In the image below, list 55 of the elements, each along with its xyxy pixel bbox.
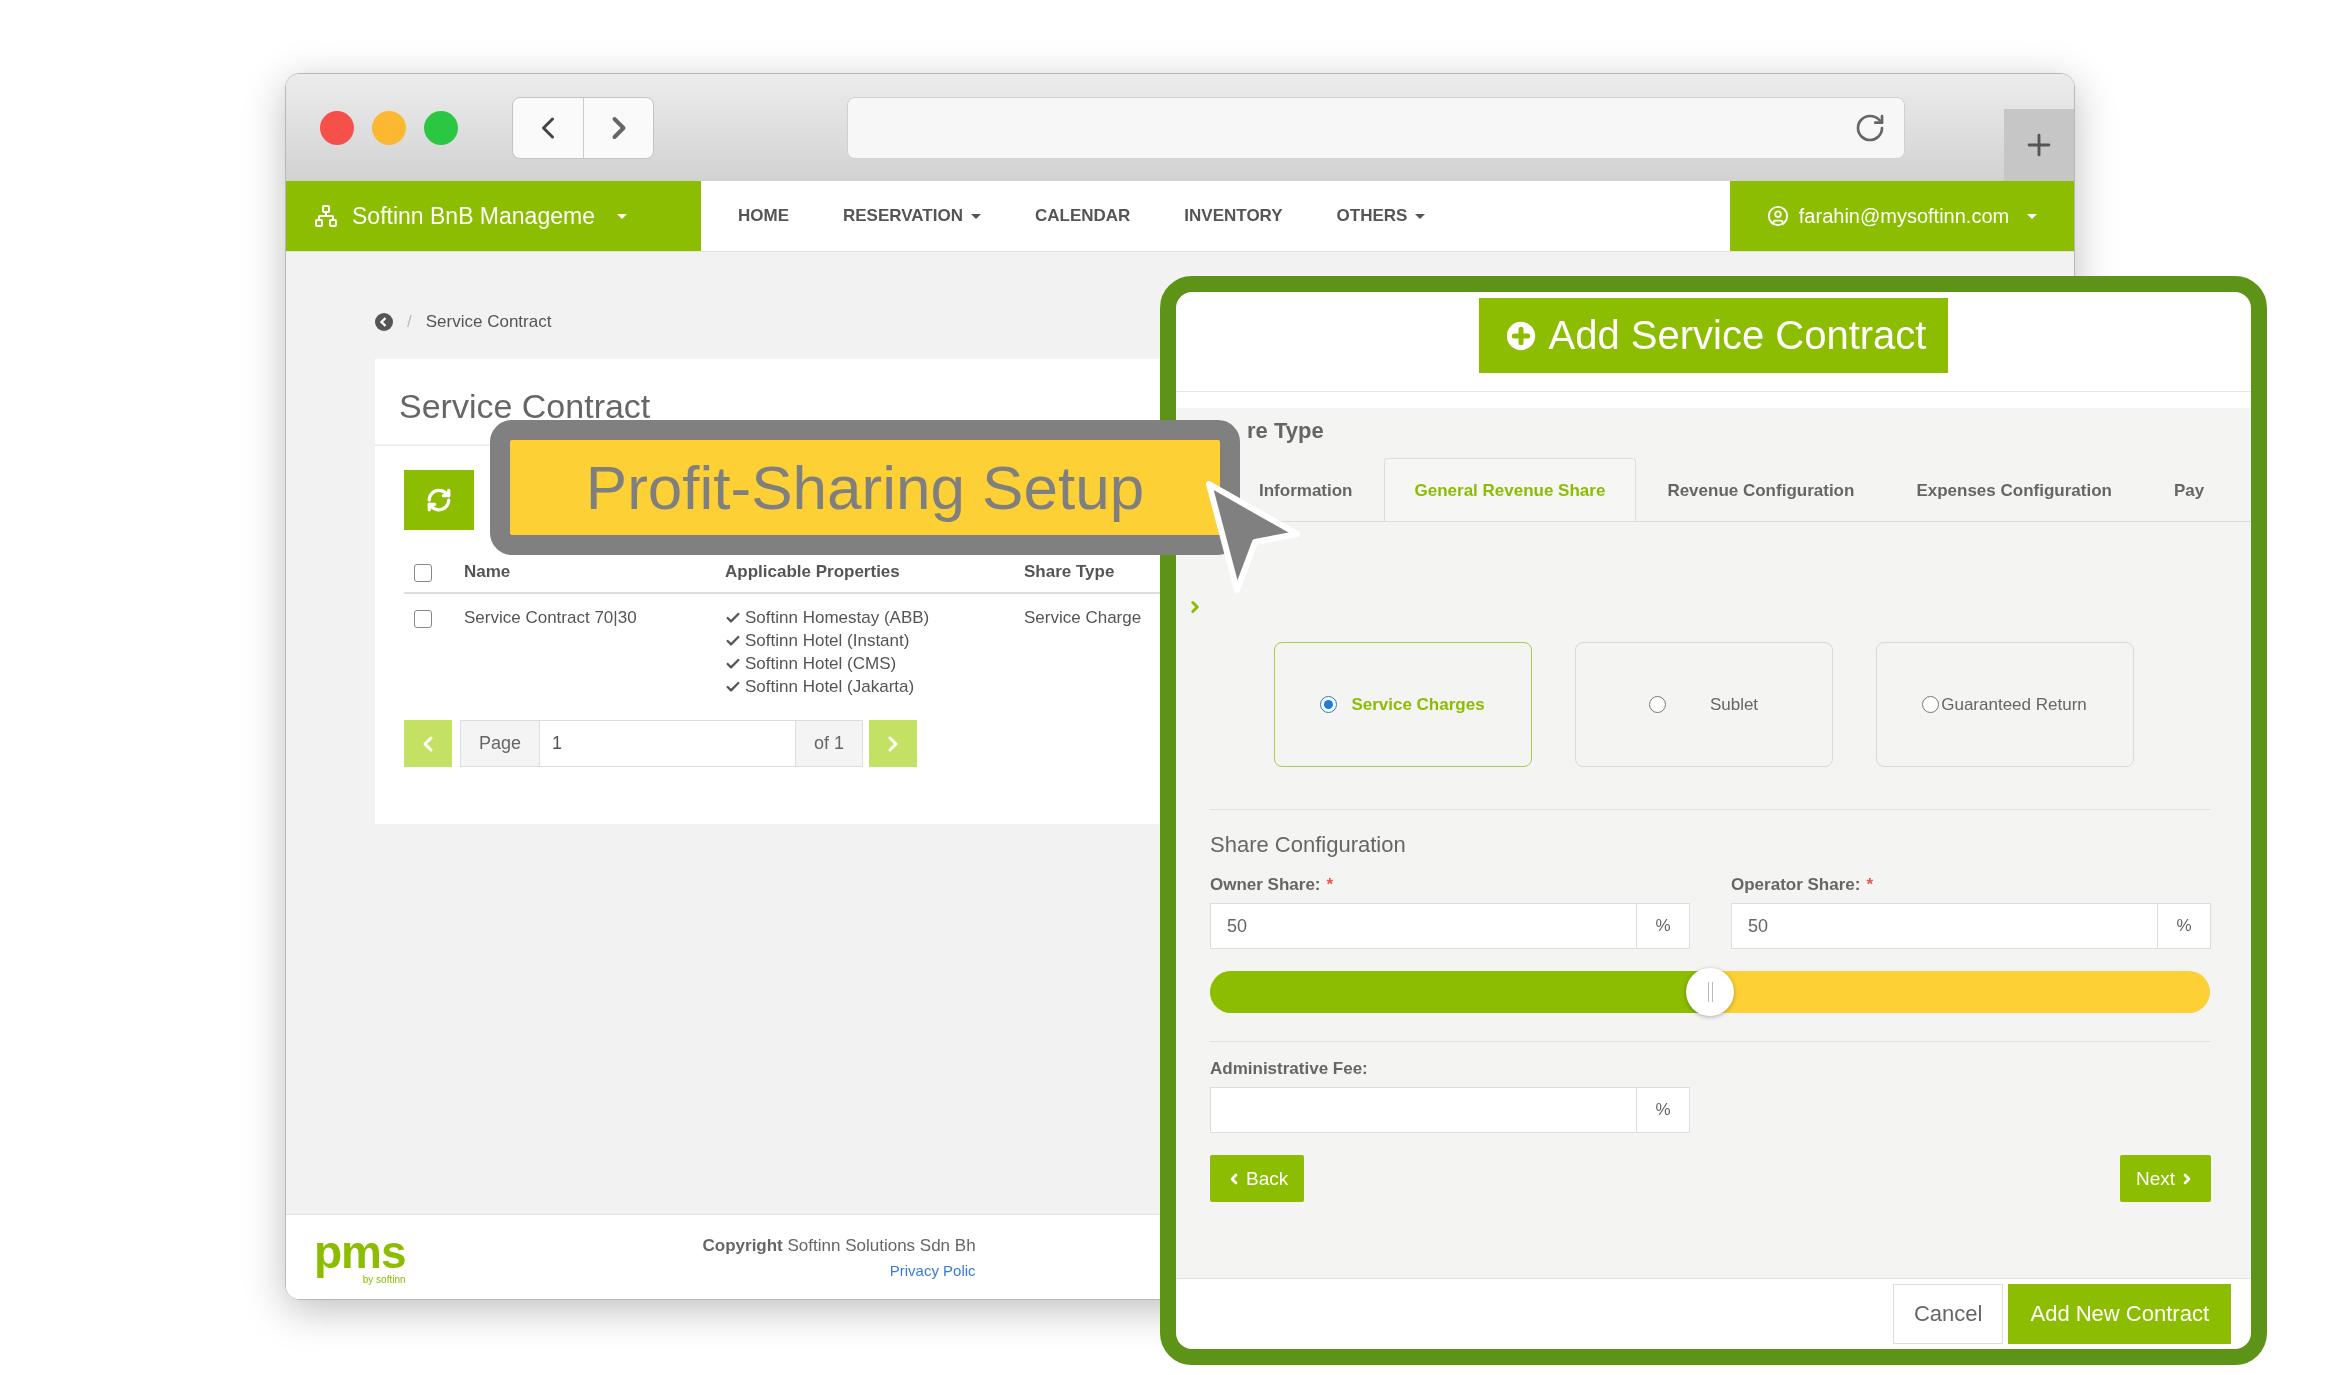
tab[interactable]: Pay bbox=[2142, 458, 2236, 521]
new-tab-button[interactable] bbox=[2004, 109, 2074, 181]
share-slider[interactable] bbox=[1210, 971, 2210, 1013]
column-header: Share Type bbox=[1024, 562, 1116, 582]
refresh-button[interactable] bbox=[404, 470, 474, 530]
pms-logo: pms by softinn bbox=[314, 1229, 406, 1285]
tab[interactable]: Revenue Configuration bbox=[1636, 458, 1886, 521]
field-label: Owner Share: * bbox=[1210, 875, 1335, 895]
refresh-icon bbox=[426, 487, 452, 513]
share-input[interactable]: 50 bbox=[1731, 903, 2158, 949]
nav-item[interactable]: OTHERS bbox=[1309, 206, 1453, 226]
next-page-button[interactable] bbox=[869, 720, 918, 767]
select-all-checkbox[interactable] bbox=[414, 564, 432, 582]
property-item: Softinn Hotel (Jakarta) bbox=[725, 677, 1024, 697]
page-input[interactable]: 1 bbox=[540, 720, 796, 767]
column-header: Name bbox=[464, 562, 512, 582]
callout-banner: Profit-Sharing Setup bbox=[490, 420, 1240, 555]
section-title: Share Configuration bbox=[1209, 832, 1407, 858]
nav-item[interactable]: INVENTORY bbox=[1157, 206, 1310, 226]
user-icon bbox=[1766, 205, 1789, 227]
nav-item[interactable]: CALENDAR bbox=[1007, 206, 1158, 226]
section-title: re Type bbox=[1246, 418, 1325, 445]
column-header: Applicable Properties bbox=[725, 562, 901, 582]
property-item: Softinn Hotel (Instant) bbox=[725, 631, 1024, 651]
cancel-button[interactable]: Cancel bbox=[1893, 1284, 2004, 1344]
modal-title: Add Service Contract bbox=[1478, 298, 1949, 373]
field-label: Operator Share: * bbox=[1731, 875, 1875, 895]
table-cell-text: Service Charge bbox=[1024, 608, 1143, 628]
page-total: of 1 bbox=[795, 720, 864, 767]
nav-item[interactable]: HOME bbox=[711, 206, 816, 226]
breadcrumb-item: Service Contract bbox=[425, 312, 552, 332]
nav-item[interactable]: RESERVATION bbox=[816, 206, 1008, 226]
fee-input[interactable] bbox=[1210, 1087, 1637, 1133]
maximize-button[interactable] bbox=[424, 110, 458, 145]
back-icon[interactable] bbox=[375, 313, 393, 331]
property-item: Softinn Hotel (CMS) bbox=[725, 654, 1024, 674]
row-checkbox[interactable] bbox=[414, 610, 432, 628]
share-type-option[interactable]: Sublet bbox=[1574, 642, 1833, 767]
property-item: Softinn Homestay (ABB) bbox=[725, 608, 1024, 628]
unit-label: % bbox=[2158, 903, 2211, 949]
minimize-button[interactable] bbox=[372, 110, 406, 145]
table-cell-text: Service Contract 70|30 bbox=[464, 608, 638, 628]
share-input[interactable]: 50 bbox=[1210, 903, 1637, 949]
copyright-text: Copyright Softinn Solutions Sdn Bh bbox=[702, 1235, 976, 1256]
unit-label: % bbox=[1637, 1087, 1690, 1133]
close-button[interactable] bbox=[320, 110, 354, 145]
unit-label: % bbox=[1637, 903, 1690, 949]
breadcrumb-separator: / bbox=[407, 312, 412, 332]
previous-page-button[interactable] bbox=[404, 720, 452, 767]
sitemap-icon bbox=[314, 204, 338, 228]
tab[interactable]: Expenses Configuration bbox=[1885, 458, 2143, 521]
field-label: Administrative Fee: bbox=[1210, 1059, 1369, 1079]
privacy-link[interactable]: Privacy Polic bbox=[889, 1261, 976, 1279]
share-type-option[interactable]: Guaranteed Return bbox=[1875, 642, 2134, 767]
page-label: Page bbox=[460, 720, 541, 767]
